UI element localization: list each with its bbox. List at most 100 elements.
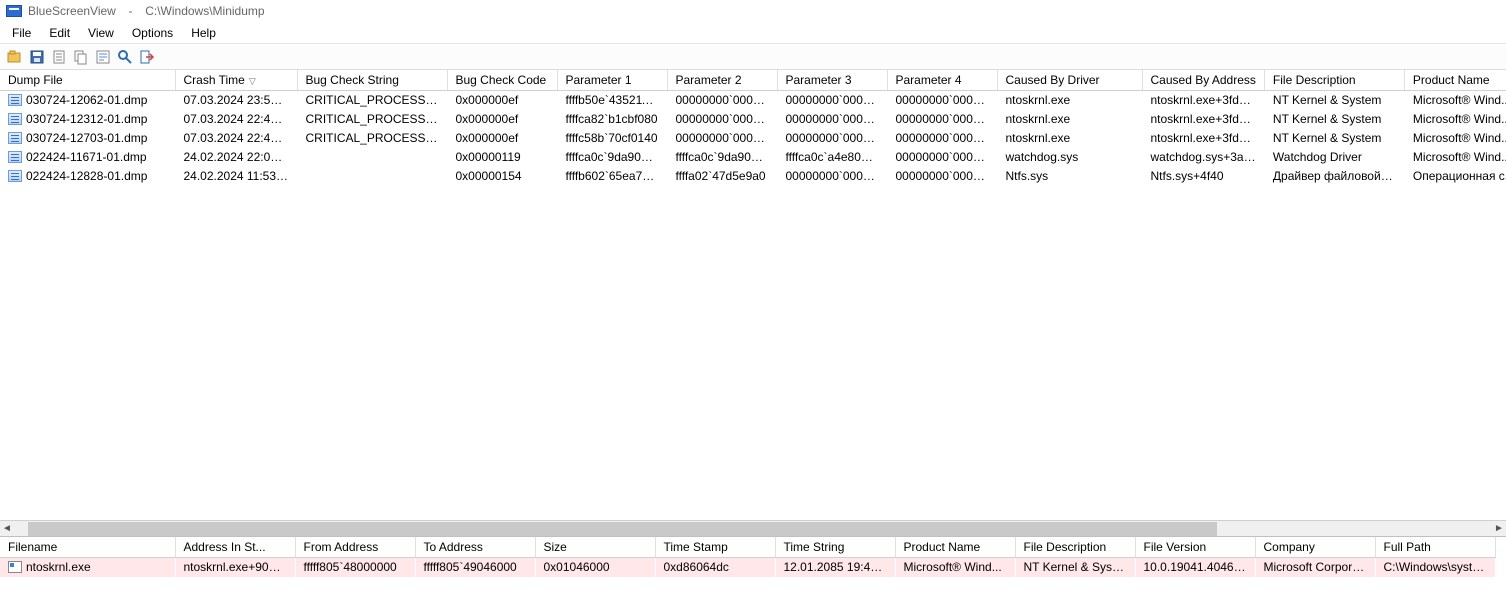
menu-file[interactable]: File — [4, 24, 39, 42]
scroll-track[interactable] — [28, 522, 1478, 536]
cell: ffffb50e`43521140 — [557, 91, 667, 110]
menu-help[interactable]: Help — [183, 24, 224, 42]
sort-desc-icon: ▽ — [249, 76, 256, 86]
cell: ntoskrnl.exe — [0, 558, 175, 577]
cell: ffffb602`65ea7000 — [557, 167, 667, 186]
h-scrollbar[interactable]: ◄ ► — [0, 520, 1506, 536]
col-time-string[interactable]: Time String — [775, 537, 895, 558]
cell: ffffca0c`9da90000 — [557, 148, 667, 167]
cell: Watchdog Driver — [1264, 148, 1404, 167]
dump-list-pane: Dump FileCrash Time▽Bug Check StringBug … — [0, 70, 1506, 537]
col-file-version[interactable]: File Version — [1135, 537, 1255, 558]
cell: 00000000`000000... — [667, 129, 777, 148]
cell-text: 022424-11671-01.dmp — [26, 150, 147, 164]
menu-options[interactable]: Options — [124, 24, 181, 42]
cell: CRITICAL_PROCESS_DIED — [297, 110, 447, 129]
col-product-name[interactable]: Product Name — [895, 537, 1015, 558]
col-crash-time[interactable]: Crash Time▽ — [175, 70, 297, 91]
dump-file-icon — [8, 170, 22, 182]
app-icon — [6, 5, 22, 17]
col-address-in-st...[interactable]: Address In St... — [175, 537, 295, 558]
cell: Ntfs.sys — [997, 167, 1142, 186]
cell: ntoskrnl.exe+3fd5b0 — [1142, 129, 1264, 148]
cell-text: ntoskrnl.exe — [26, 560, 91, 574]
cell: NT Kernel & System — [1264, 129, 1404, 148]
col-full-path[interactable]: Full Path — [1375, 537, 1495, 558]
cell: 0x000000ef — [447, 110, 557, 129]
titlebar: BlueScreenView - C:\Windows\Minidump — [0, 0, 1506, 22]
cell: 00000000`000000... — [887, 110, 997, 129]
cell: NT Kernel & System — [1015, 558, 1135, 577]
cell-text: 030724-12062-01.dmp — [26, 93, 147, 107]
driver-file-icon — [8, 561, 22, 573]
driver-table[interactable]: FilenameAddress In St...From AddressTo A… — [0, 537, 1496, 577]
cell: 24.02.2024 22:08:39 — [175, 148, 297, 167]
cell: 07.03.2024 22:40:35 — [175, 129, 297, 148]
find-icon[interactable] — [116, 48, 134, 66]
col-to-address[interactable]: To Address — [415, 537, 535, 558]
cell: ffffca0c`a4e80010 — [777, 148, 887, 167]
col-bug-check-string[interactable]: Bug Check String — [297, 70, 447, 91]
col-dump-file[interactable]: Dump File — [0, 70, 175, 91]
cell: Microsoft® Wind... — [1404, 129, 1506, 148]
table-row[interactable]: 030724-12703-01.dmp07.03.2024 22:40:35CR… — [0, 129, 1506, 148]
copy-icon[interactable] — [72, 48, 90, 66]
col-company[interactable]: Company — [1255, 537, 1375, 558]
save-icon[interactable] — [28, 48, 46, 66]
cell: 030724-12062-01.dmp — [0, 91, 175, 110]
cell: 00000000`000000... — [667, 110, 777, 129]
col-bug-check-code[interactable]: Bug Check Code — [447, 70, 557, 91]
table-row[interactable]: ntoskrnl.exentoskrnl.exe+90d6...fffff805… — [0, 558, 1495, 577]
cell: Драйвер файловой с... — [1264, 167, 1404, 186]
cell: Microsoft Corpora... — [1255, 558, 1375, 577]
col-parameter-1[interactable]: Parameter 1 — [557, 70, 667, 91]
col-parameter-2[interactable]: Parameter 2 — [667, 70, 777, 91]
cell: CRITICAL_PROCESS_DIED — [297, 129, 447, 148]
col-caused-by-address[interactable]: Caused By Address — [1142, 70, 1264, 91]
cell: 12.01.2085 19:45:32 — [775, 558, 895, 577]
col-parameter-4[interactable]: Parameter 4 — [887, 70, 997, 91]
cell: watchdog.sys — [997, 148, 1142, 167]
title-app: BlueScreenView — [28, 4, 116, 18]
open-icon[interactable] — [6, 48, 24, 66]
cell: 0x000000ef — [447, 91, 557, 110]
table-row[interactable]: 022424-12828-01.dmp24.02.2024 11:53:460x… — [0, 167, 1506, 186]
col-parameter-3[interactable]: Parameter 3 — [777, 70, 887, 91]
table-row[interactable]: 030724-12062-01.dmp07.03.2024 23:59:06CR… — [0, 91, 1506, 110]
col-file-description[interactable]: File Description — [1264, 70, 1404, 91]
col-file-description[interactable]: File Description — [1015, 537, 1135, 558]
scroll-right-icon[interactable]: ► — [1492, 522, 1506, 536]
cell: ntoskrnl.exe+90d6... — [175, 558, 295, 577]
cell: Операционная с... — [1404, 167, 1506, 186]
scroll-thumb[interactable] — [28, 522, 1217, 536]
exit-icon[interactable] — [138, 48, 156, 66]
col-product-name[interactable]: Product Name — [1404, 70, 1506, 91]
col-filename[interactable]: Filename — [0, 537, 175, 558]
cell: ntoskrnl.exe — [997, 110, 1142, 129]
col-size[interactable]: Size — [535, 537, 655, 558]
cell: CRITICAL_PROCESS_DIED — [297, 91, 447, 110]
cell: C:\Windows\syste... — [1375, 558, 1495, 577]
scroll-left-icon[interactable]: ◄ — [0, 522, 14, 536]
cell-text: 030724-12312-01.dmp — [26, 112, 147, 126]
col-from-address[interactable]: From Address — [295, 537, 415, 558]
col-caused-by-driver[interactable]: Caused By Driver — [997, 70, 1142, 91]
cell: fffff805`49046000 — [415, 558, 535, 577]
cell: ntoskrnl.exe — [997, 91, 1142, 110]
table-row[interactable]: 030724-12312-01.dmp07.03.2024 22:42:05CR… — [0, 110, 1506, 129]
cell: fffff805`48000000 — [295, 558, 415, 577]
menu-view[interactable]: View — [80, 24, 122, 42]
cell: Ntfs.sys+4f40 — [1142, 167, 1264, 186]
cell: 0x01046000 — [535, 558, 655, 577]
cell: ffffa02`47d5e9a0 — [667, 167, 777, 186]
table-row[interactable]: 022424-11671-01.dmp24.02.2024 22:08:390x… — [0, 148, 1506, 167]
cell: 24.02.2024 11:53:46 — [175, 167, 297, 186]
cell: 030724-12312-01.dmp — [0, 110, 175, 129]
cell: NT Kernel & System — [1264, 110, 1404, 129]
col-time-stamp[interactable]: Time Stamp — [655, 537, 775, 558]
report-icon[interactable] — [50, 48, 68, 66]
properties-icon[interactable] — [94, 48, 112, 66]
cell: NT Kernel & System — [1264, 91, 1404, 110]
dump-table[interactable]: Dump FileCrash Time▽Bug Check StringBug … — [0, 70, 1506, 186]
menu-edit[interactable]: Edit — [41, 24, 78, 42]
